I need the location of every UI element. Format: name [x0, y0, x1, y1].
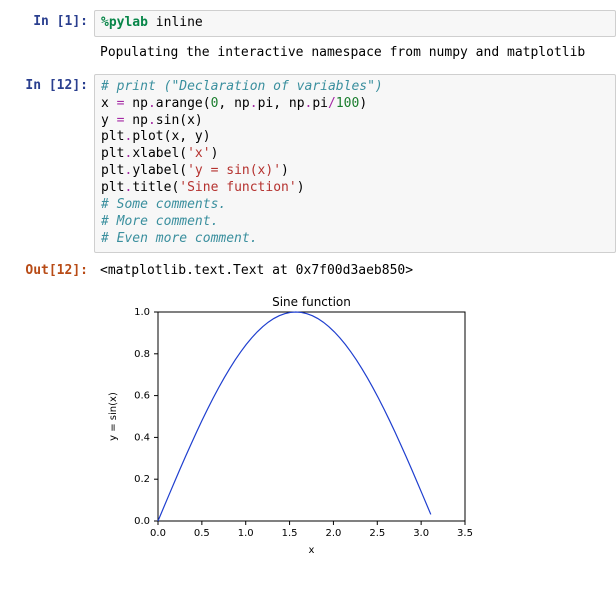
y-axis-label: y = sin(x)	[108, 392, 119, 441]
series-line	[158, 312, 431, 521]
code-token: )	[281, 163, 289, 178]
x-tick-label: 3.0	[413, 528, 429, 539]
code-token: /	[328, 96, 336, 111]
code-token: plt	[101, 163, 124, 178]
code-token: np	[124, 96, 147, 111]
out-text-12: <matplotlib.text.Text at 0x7f00d3aeb850>	[94, 259, 616, 284]
chart-title: Sine function	[272, 295, 351, 309]
code-token: )	[297, 180, 305, 195]
cell-in-1: In [1]: %pylab inline	[0, 10, 616, 37]
code-token: 'y = sin(x)'	[187, 163, 281, 178]
code-input-1[interactable]: %pylab inline	[94, 10, 616, 37]
code-token: xlabel(	[132, 146, 187, 161]
y-tick-label: 0.8	[134, 348, 150, 359]
y-tick-label: 0.4	[134, 432, 150, 443]
code-token: pi, np	[258, 96, 305, 111]
stream-output-1: Populating the interactive namespace fro…	[94, 41, 591, 66]
code-token: # Some comments.	[101, 197, 226, 212]
x-tick-label: 0.5	[194, 528, 210, 539]
code-token: .	[148, 113, 156, 128]
cell-figure-12: Sine function 0.0 0.5 1.0 1.5 2.0 2.5 3.0 3.5 0.0…	[0, 288, 616, 565]
x-tick-label: 2.5	[369, 528, 385, 539]
code-token: 'Sine function'	[179, 180, 296, 195]
code-token: pi	[312, 96, 328, 111]
figure-output: Sine function 0.0 0.5 1.0 1.5 2.0 2.5 3.0 3.5 0.0…	[94, 288, 486, 565]
x-tick-label: 2.0	[325, 528, 341, 539]
y-tick-label: 0.0	[134, 516, 150, 527]
out-prompt-12: Out[12]:	[0, 259, 94, 284]
code-token: title(	[132, 180, 179, 195]
code-token: sin(x)	[156, 113, 203, 128]
code-token: plot(x, y)	[132, 129, 210, 144]
code-token: # print ("Declaration of variables")	[101, 79, 383, 94]
code-token: 100	[336, 96, 359, 111]
code-token: plt	[101, 146, 124, 161]
code-token: arange(	[156, 96, 211, 111]
empty-prompt	[0, 41, 94, 66]
code-token: # Even more comment.	[101, 231, 258, 246]
cell-stream-1: Populating the interactive namespace fro…	[0, 41, 616, 66]
code-token: x	[101, 96, 117, 111]
x-tick-label: 3.5	[457, 528, 473, 539]
code-token: 'x'	[187, 146, 210, 161]
x-axis-label: x	[309, 545, 315, 556]
code-token: )	[211, 146, 219, 161]
code-token: plt	[101, 129, 124, 144]
sine-chart: Sine function 0.0 0.5 1.0 1.5 2.0 2.5 3.0 3.5 0.0…	[100, 294, 480, 559]
code-token: )	[359, 96, 367, 111]
code-token: plt	[101, 180, 124, 195]
code-input-12[interactable]: # print ("Declaration of variables") x =…	[94, 74, 616, 253]
in-prompt-12: In [12]:	[0, 74, 94, 253]
code-token: , np	[218, 96, 249, 111]
cell-out-12: Out[12]: <matplotlib.text.Text at 0x7f00…	[0, 259, 616, 284]
in-prompt-1: In [1]:	[0, 10, 94, 37]
code-token: .	[148, 96, 156, 111]
code-token: inline	[148, 15, 203, 30]
y-tick-label: 0.2	[134, 474, 150, 485]
empty-prompt	[0, 288, 94, 565]
code-token: ylabel(	[132, 163, 187, 178]
code-token: np	[124, 113, 147, 128]
code-token: y	[101, 113, 117, 128]
y-tick-label: 0.6	[134, 390, 150, 401]
y-tick-label: 1.0	[134, 307, 150, 318]
code-token: # More comment.	[101, 214, 218, 229]
x-tick-label: 1.0	[238, 528, 254, 539]
x-tick-label: 0.0	[150, 528, 166, 539]
x-tick-label: 1.5	[282, 528, 298, 539]
cell-in-12: In [12]: # print ("Declaration of variab…	[0, 74, 616, 253]
code-token: %pylab	[101, 15, 148, 30]
code-token: .	[250, 96, 258, 111]
